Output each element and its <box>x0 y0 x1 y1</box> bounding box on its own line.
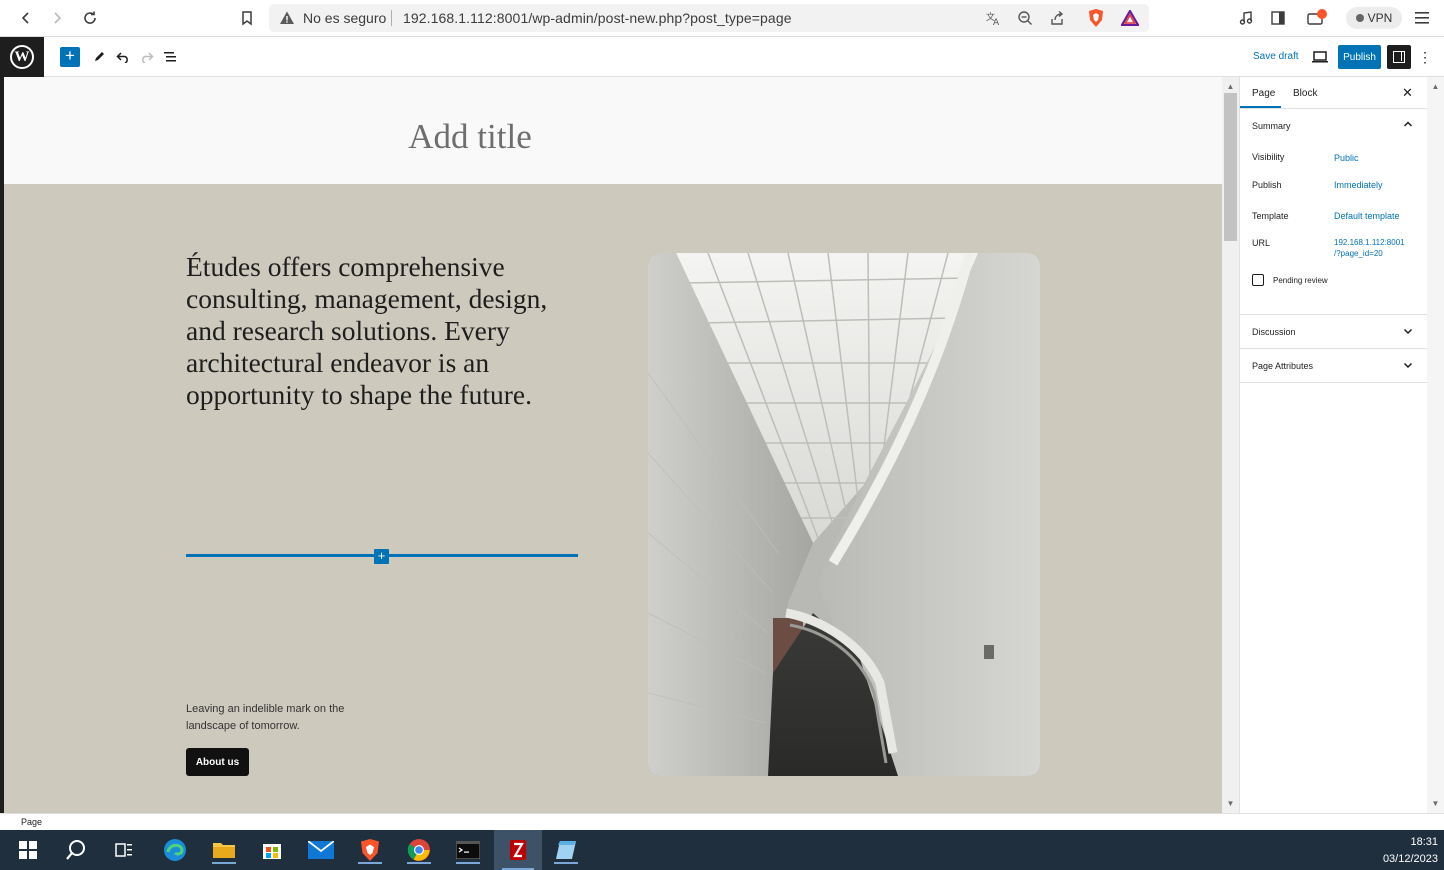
active-indicator <box>407 862 431 864</box>
scrollbar-thumb[interactable] <box>1224 93 1237 241</box>
inserter-plus-icon[interactable]: + <box>374 549 389 564</box>
more-options-icon[interactable]: ⋮ <box>1418 47 1432 67</box>
publish-date-value[interactable]: Immediately <box>1334 180 1383 190</box>
publish-button[interactable]: Publish <box>1338 45 1381 69</box>
breadcrumb[interactable]: Page <box>21 817 42 827</box>
windows-start-icon[interactable] <box>14 836 42 864</box>
pending-review-checkbox[interactable] <box>1252 274 1264 286</box>
tagline-paragraph[interactable]: Leaving an indelible mark on the landsca… <box>186 701 386 735</box>
scroll-up-icon[interactable]: ▲ <box>1430 81 1441 92</box>
chrome-icon[interactable] <box>405 836 433 864</box>
template-value[interactable]: Default template <box>1334 211 1400 221</box>
divider <box>391 10 392 26</box>
address-bar[interactable]: No es seguro 192.168.1.112:8001/wp-admin… <box>269 4 1149 32</box>
menu-icon[interactable] <box>1410 6 1434 30</box>
scroll-up-icon[interactable]: ▲ <box>1225 81 1236 92</box>
back-icon[interactable] <box>14 6 38 30</box>
clock-time: 18:31 <box>1410 836 1438 848</box>
mail-icon[interactable] <box>307 836 335 864</box>
title-input[interactable]: Add title <box>4 117 936 157</box>
clock-date: 03/12/2023 <box>1382 853 1438 865</box>
svg-text:A: A <box>993 18 1000 26</box>
warning-icon <box>279 10 295 26</box>
url-text[interactable]: 192.168.1.112:8001/wp-admin/post-new.php… <box>403 10 792 26</box>
divider <box>1240 382 1428 383</box>
active-indicator <box>358 862 382 864</box>
text-editor-icon[interactable] <box>552 836 580 864</box>
chevron-down-icon[interactable] <box>1403 360 1413 373</box>
divider <box>1240 314 1428 315</box>
chevron-up-icon[interactable] <box>1403 119 1413 132</box>
publish-label: Publish <box>1252 180 1282 190</box>
scroll-down-icon[interactable]: ▼ <box>1225 798 1236 809</box>
visibility-value[interactable]: Public <box>1334 153 1359 163</box>
share-icon[interactable] <box>1047 9 1067 27</box>
task-view-icon[interactable] <box>110 836 138 864</box>
brave-rewards-icon[interactable] <box>1120 9 1140 27</box>
file-explorer-icon[interactable] <box>210 836 238 864</box>
page-scrollbar[interactable]: ▲ ▼ <box>1427 77 1444 813</box>
close-icon[interactable]: ✕ <box>1402 85 1413 101</box>
about-us-button[interactable]: About us <box>186 748 249 776</box>
divider <box>1240 348 1428 349</box>
tab-block[interactable]: Block <box>1293 88 1317 99</box>
settings-sidebar: Page Block ✕ Summary Visibility Public P… <box>1239 77 1428 813</box>
summary-heading[interactable]: Summary <box>1252 121 1291 131</box>
template-label: Template <box>1252 211 1289 221</box>
wallet-icon[interactable] <box>1305 6 1329 30</box>
url-value-line2[interactable]: /?page_id=20 <box>1334 249 1383 258</box>
windows-taskbar: 18:31 03/12/2023 <box>0 830 1444 870</box>
preview-icon[interactable] <box>1310 47 1330 67</box>
discussion-panel[interactable]: Discussion <box>1252 327 1296 337</box>
terminal-icon[interactable] <box>454 836 482 864</box>
active-indicator <box>554 862 578 864</box>
brave-browser-icon[interactable] <box>356 836 384 864</box>
forward-icon[interactable] <box>45 6 69 30</box>
hero-heading[interactable]: Études offers comprehensive consulting, … <box>186 251 586 411</box>
brave-shield-icon[interactable] <box>1086 9 1106 27</box>
settings-panel-icon[interactable] <box>1387 45 1411 69</box>
editor-canvas[interactable]: Add title Études offers comprehensive co… <box>4 77 1222 813</box>
microsoft-store-icon[interactable] <box>258 836 286 864</box>
edge-browser-icon[interactable] <box>161 836 189 864</box>
search-icon[interactable] <box>62 836 90 864</box>
divider <box>1240 108 1428 109</box>
document-overview-icon[interactable] <box>161 47 181 67</box>
url-value-line1[interactable]: 192.168.1.112:8001 <box>1334 238 1405 247</box>
undo-icon[interactable] <box>113 47 133 67</box>
active-indicator <box>456 862 480 864</box>
visibility-label: Visibility <box>1252 152 1285 162</box>
reload-icon[interactable] <box>78 6 102 30</box>
architecture-image[interactable] <box>648 253 1040 776</box>
translate-icon[interactable]: 文A <box>983 9 1003 27</box>
tab-page[interactable]: Page <box>1252 88 1275 99</box>
save-draft-button[interactable]: Save draft <box>1253 51 1299 62</box>
wordpress-logo-icon[interactable]: W <box>0 37 44 77</box>
editor-toolbar: W + Save draft Publish ⋮ <box>0 37 1444 77</box>
url-label: URL <box>1252 238 1271 248</box>
zoom-out-icon[interactable] <box>1015 9 1035 27</box>
scroll-down-icon[interactable]: ▼ <box>1430 798 1441 809</box>
page-attributes-panel[interactable]: Page Attributes <box>1252 361 1313 371</box>
pending-review-label[interactable]: Pending review <box>1273 276 1328 285</box>
canvas-scrollbar[interactable]: ▲ ▼ <box>1222 77 1239 813</box>
block-breadcrumb-bar: Page <box>0 813 1444 830</box>
vpn-label: VPN <box>1367 11 1393 25</box>
vpn-button[interactable]: VPN <box>1346 7 1402 29</box>
media-icon[interactable] <box>1234 6 1258 30</box>
filezilla-icon[interactable] <box>494 830 542 870</box>
title-area: Add title <box>4 77 1222 184</box>
redo-icon[interactable] <box>137 47 157 67</box>
bookmark-icon[interactable] <box>235 6 259 30</box>
active-indicator <box>212 862 236 864</box>
sidebar-toggle-icon[interactable] <box>1266 6 1290 30</box>
edit-tool-icon[interactable] <box>89 47 109 67</box>
system-clock[interactable]: 18:31 03/12/2023 <box>1368 834 1438 868</box>
security-status[interactable]: No es seguro <box>303 10 386 26</box>
chevron-down-icon[interactable] <box>1403 326 1413 339</box>
vpn-status-icon <box>1355 14 1364 22</box>
add-block-button[interactable]: + <box>60 47 80 67</box>
browser-toolbar: No es seguro 192.168.1.112:8001/wp-admin… <box>0 0 1444 37</box>
